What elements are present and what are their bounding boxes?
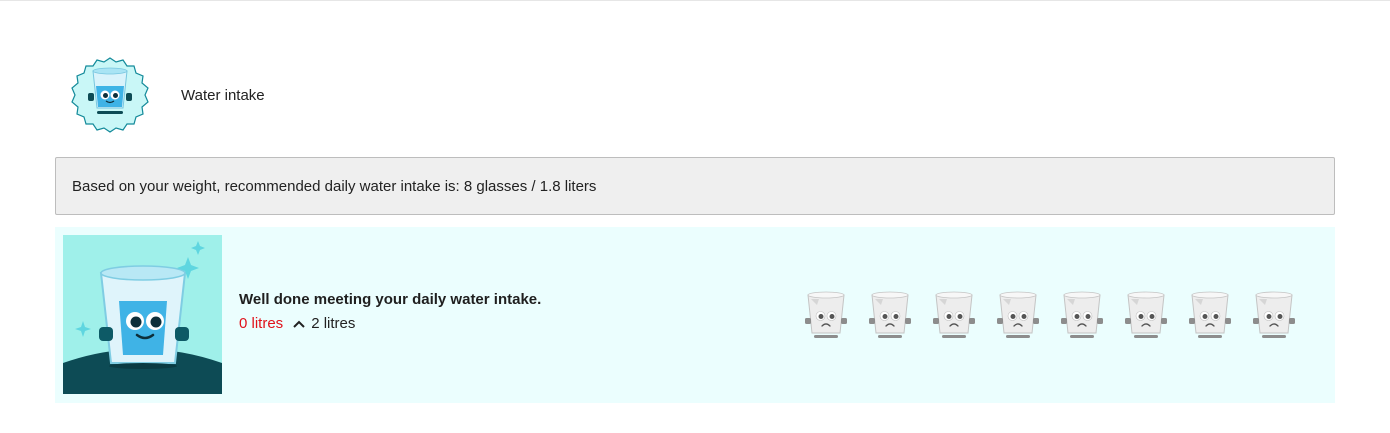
intake-progress: 0 litres 2 litres: [239, 315, 541, 332]
top-divider: [0, 0, 1390, 1]
sad-empty-glass-icon[interactable]: [933, 289, 975, 341]
chevron-up-icon: [293, 320, 305, 328]
sad-empty-glass-icon[interactable]: [1253, 289, 1295, 341]
page-header: Water intake: [70, 56, 470, 134]
sad-empty-glass-icon[interactable]: [1189, 289, 1231, 341]
current-intake: 0 litres: [239, 315, 284, 332]
target-intake: 2 litres: [311, 315, 356, 332]
sad-empty-glass-icon[interactable]: [805, 289, 847, 341]
glass-tracker: [805, 289, 1295, 341]
intake-message: Well done meeting your daily water intak…: [239, 291, 541, 332]
recommendation-text: Based on your weight, recommended daily …: [72, 177, 597, 195]
sad-empty-glass-icon[interactable]: [869, 289, 911, 341]
water-intake-panel: Well done meeting your daily water intak…: [55, 227, 1335, 403]
sad-empty-glass-icon[interactable]: [997, 289, 1039, 341]
sad-empty-glass-icon[interactable]: [1125, 289, 1167, 341]
page-title: Water intake: [181, 86, 265, 104]
sad-empty-glass-icon[interactable]: [1061, 289, 1103, 341]
happy-water-glass-icon: [63, 235, 222, 394]
recommendation-banner: Based on your weight, recommended daily …: [55, 157, 1335, 215]
congrats-message: Well done meeting your daily water intak…: [239, 291, 542, 308]
water-glass-badge-icon: [71, 57, 149, 133]
